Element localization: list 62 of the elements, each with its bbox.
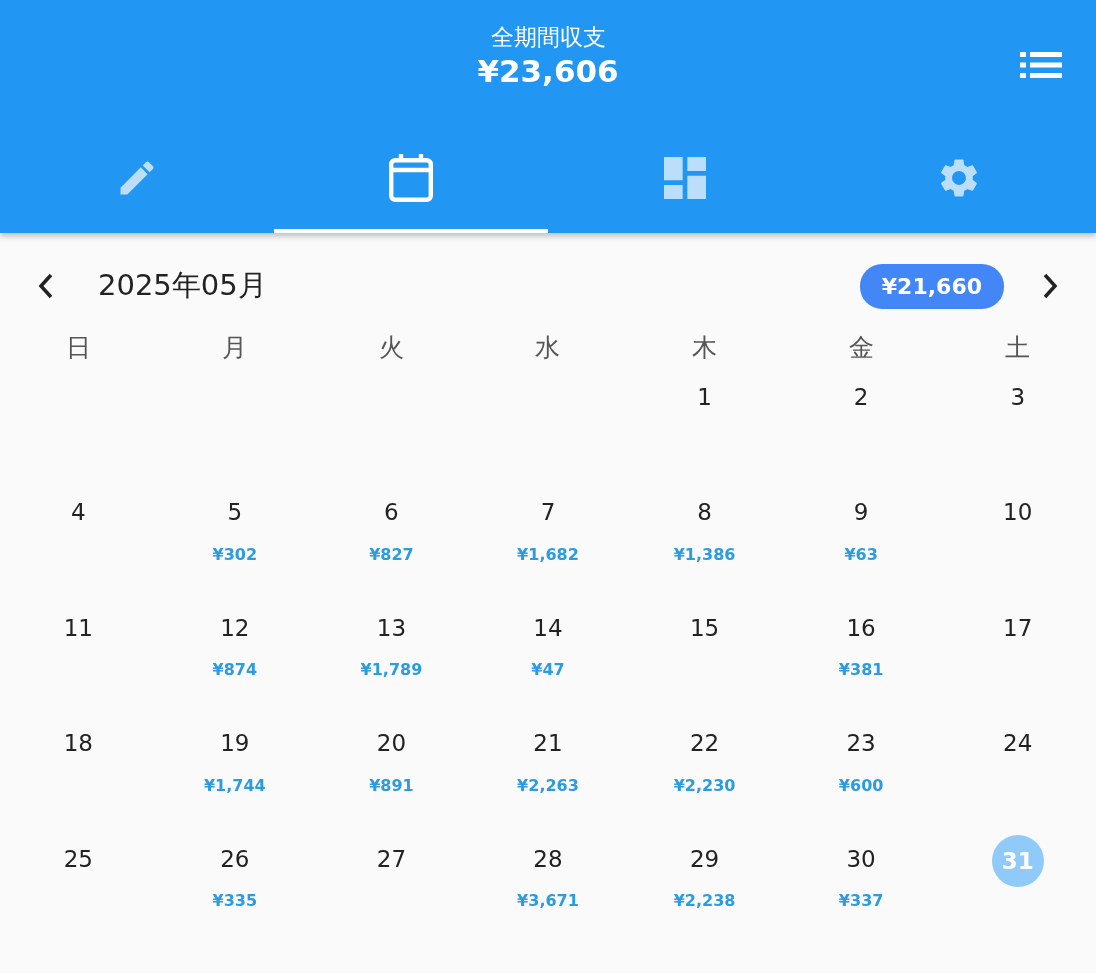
- day-number[interactable]: 30: [835, 835, 888, 883]
- day-number[interactable]: 26: [208, 835, 261, 883]
- day-number[interactable]: 24: [991, 719, 1044, 768]
- day-number[interactable]: 22: [678, 719, 731, 768]
- day-number[interactable]: 16: [835, 604, 888, 652]
- weekday-label: 日: [64, 332, 92, 364]
- day-number[interactable]: 19: [208, 719, 261, 768]
- list-icon: [1020, 52, 1062, 78]
- calendar-icon: [387, 151, 435, 204]
- day-amount: ¥1,386: [672, 543, 737, 566]
- day-amount: ¥874: [211, 659, 259, 681]
- day-number[interactable]: 7: [522, 488, 574, 537]
- day-amount: ¥302: [211, 543, 259, 566]
- day-number[interactable]: 4: [52, 488, 105, 537]
- day-amount: ¥337: [837, 890, 885, 912]
- day-amount: ¥1,744: [202, 774, 267, 797]
- day-amount: ¥600: [837, 774, 885, 797]
- day-number[interactable]: 1: [678, 373, 731, 421]
- day-amount: ¥47: [530, 659, 566, 681]
- day-amount: ¥2,238: [672, 890, 737, 912]
- header-title: 全期間収支: [490, 24, 606, 52]
- day-amount: ¥1,682: [516, 543, 580, 566]
- day-number[interactable]: 21: [522, 719, 574, 768]
- month-total-badge: ¥21,660: [859, 263, 1004, 309]
- day-number[interactable]: 29: [678, 835, 731, 883]
- day-number[interactable]: 3: [991, 373, 1044, 421]
- day-amount: ¥2,230: [672, 774, 737, 797]
- day-number[interactable]: 28: [522, 835, 574, 883]
- day-number[interactable]: 25: [52, 835, 105, 883]
- day-number[interactable]: 13: [365, 604, 418, 652]
- day-amount: ¥335: [211, 890, 259, 912]
- day-number[interactable]: 6: [365, 488, 418, 537]
- day-number[interactable]: 9: [835, 488, 888, 537]
- day-amount: ¥3,671: [516, 890, 580, 912]
- weekday-label: 土: [1004, 332, 1032, 364]
- weekday-label: 月: [221, 332, 249, 364]
- day-number[interactable]: 18: [52, 719, 105, 768]
- weekday-label: 金: [847, 332, 875, 364]
- weekday-label: 木: [691, 332, 719, 364]
- month-label: 2025年05月: [98, 267, 268, 305]
- day-number[interactable]: 27: [365, 835, 418, 883]
- weekday-label: 火: [377, 332, 405, 364]
- day-number[interactable]: 8: [678, 488, 731, 537]
- day-number[interactable]: 12: [208, 604, 261, 652]
- day-amount: ¥1,789: [359, 659, 424, 681]
- day-amount: ¥827: [368, 543, 415, 566]
- day-amount: ¥63: [843, 543, 879, 566]
- day-number[interactable]: 23: [835, 719, 888, 768]
- weekday-label: 水: [534, 332, 562, 364]
- day-number[interactable]: 10: [991, 488, 1044, 537]
- day-number[interactable]: 14: [522, 604, 574, 652]
- day-amount: ¥2,263: [516, 774, 580, 797]
- day-number[interactable]: 20: [365, 719, 418, 768]
- day-number[interactable]: 15: [678, 604, 731, 652]
- day-number[interactable]: 5: [208, 488, 261, 537]
- day-amount: ¥381: [837, 659, 885, 681]
- day-number[interactable]: 17: [991, 604, 1044, 652]
- day-number[interactable]: 11: [52, 604, 105, 652]
- total-balance: ¥23,606: [477, 52, 619, 91]
- day-number[interactable]: 2: [835, 373, 888, 421]
- day-amount: ¥891: [368, 774, 415, 797]
- dashboard-icon: [664, 156, 706, 199]
